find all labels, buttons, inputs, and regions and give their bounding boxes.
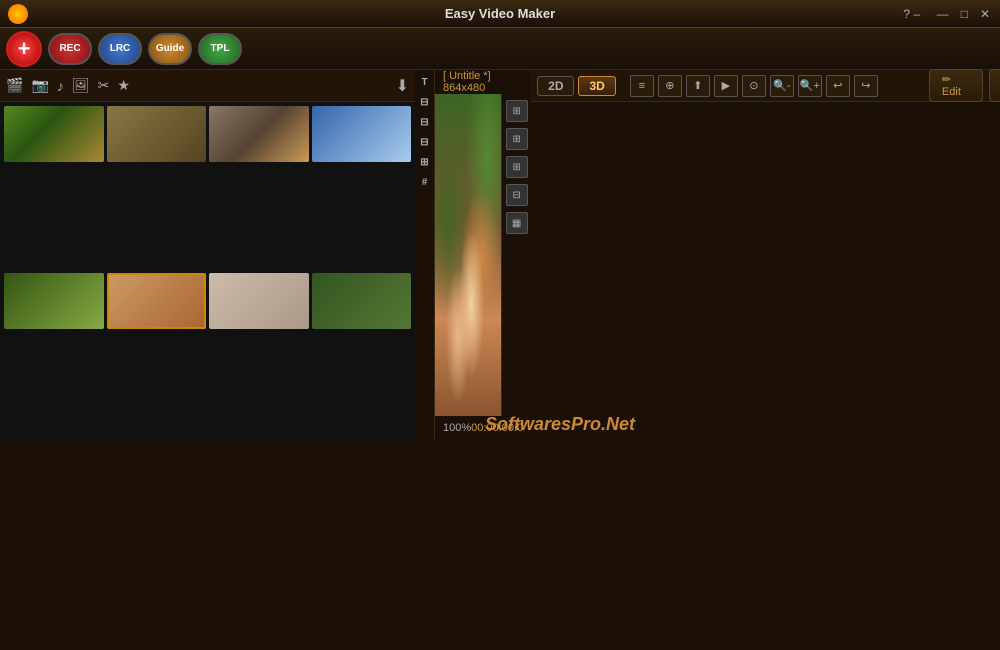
close-button[interactable]: ✕ (976, 7, 994, 21)
image-icon[interactable]: 🖼 (72, 77, 90, 94)
upper-section: 🎬 📷 ♪ 🖼 ✂ ★ ⬇ T ⊟ ⊟ (0, 70, 531, 440)
grid-view-btn-5[interactable]: ▦ (506, 212, 528, 234)
app-title: Easy Video Maker (445, 6, 555, 21)
left-tools: T ⊟ ⊟ ⊟ ⊞ # (415, 70, 435, 440)
content-area: 🎬 📷 ♪ 🖼 ✂ ★ ⬇ T ⊟ ⊟ (0, 70, 1000, 650)
grid-view-btn-2[interactable]: ⊞ (506, 128, 528, 150)
timeline-btn-5[interactable]: ⊙ (742, 75, 766, 97)
camera-icon[interactable]: 📷 (31, 77, 48, 94)
media-thumb-3[interactable] (209, 106, 309, 162)
edit-icon[interactable]: ✂ (98, 77, 110, 94)
guide-button[interactable]: Guide (148, 33, 192, 65)
timeline-btn-7[interactable]: 🔍+ (798, 75, 822, 97)
media-thumb-8[interactable] (312, 273, 412, 329)
timeline-btn-8[interactable]: ↩ (826, 75, 850, 97)
minimize-button[interactable]: — (933, 7, 953, 21)
timeline-btn-2[interactable]: ⊕ (658, 75, 682, 97)
media-toolbar: 🎬 📷 ♪ 🖼 ✂ ★ ⬇ (0, 70, 415, 102)
align-right-tool[interactable]: ⊟ (417, 134, 433, 150)
media-thumb-2[interactable] (107, 106, 207, 162)
media-thumb-7[interactable] (209, 273, 309, 329)
grid-view-btn-1[interactable]: ⊞ (506, 100, 528, 122)
preview-header: [ Untitle *] 864x480 (435, 70, 531, 94)
timeline-btn-3[interactable]: ⬆ (686, 75, 710, 97)
timecode: 00:00:00.0 (471, 422, 523, 434)
zoom-level: 100% (443, 422, 471, 434)
star-icon[interactable]: ★ (117, 77, 130, 94)
lrc-button[interactable]: LRC (98, 33, 142, 65)
grid-view-btn-3[interactable]: ⊞ (506, 156, 528, 178)
add-button[interactable]: + (6, 31, 42, 67)
preview-panel: [ Untitle *] 864x480 (435, 70, 531, 440)
media-thumb-1[interactable] (4, 106, 104, 162)
edit-bar: 2D 3D ≡ ⊕ ⬆ ▶ ⊙ 🔍- 🔍+ ↩ ↪ ✏ Edit ✦ Effec… (531, 70, 1000, 102)
right-tools: ⊞ ⊞ ⊞ ⊟ ▦ (501, 94, 531, 416)
left-panel: 🎬 📷 ♪ 🖼 ✂ ★ ⬇ (0, 70, 415, 440)
preview-area[interactable]: y ZP z x ⊞ ⊞ ⊞ ⊟ ▦ (435, 94, 531, 416)
media-thumb-4[interactable] (312, 106, 412, 162)
media-grid (0, 102, 415, 440)
grid-view-btn-4[interactable]: ⊟ (506, 184, 528, 206)
main-toolbar: + REC LRC Guide TPL (0, 28, 1000, 70)
preview-background: y ZP z x (435, 94, 501, 416)
app-logo (8, 4, 28, 24)
media-thumb-5[interactable] (4, 273, 104, 329)
grid-tool[interactable]: ⊞ (417, 154, 433, 170)
title-bar: Easy Video Maker ? – — □ ✕ (0, 0, 1000, 28)
text-tool[interactable]: T (417, 74, 433, 90)
tpl-button[interactable]: TPL (198, 33, 242, 65)
download-button[interactable]: ⬇ (396, 76, 409, 96)
music-icon[interactable]: ♪ (57, 78, 64, 94)
hash-tool[interactable]: # (417, 174, 433, 190)
align-left-tool[interactable]: ⊟ (417, 94, 433, 110)
timeline-btn-6[interactable]: 🔍- (770, 75, 794, 97)
window-controls: — □ ✕ (933, 7, 994, 21)
edit-button[interactable]: ✏ Edit (929, 69, 983, 102)
project-info: [ Untitle *] 864x480 (443, 70, 523, 94)
tab-3d[interactable]: 3D (578, 76, 615, 96)
rec-button[interactable]: REC (48, 33, 92, 65)
timeline-btn-9[interactable]: ↪ (854, 75, 878, 97)
effect-button[interactable]: ✦ Effect (989, 69, 1000, 102)
timeline-btn-4[interactable]: ▶ (714, 75, 738, 97)
align-center-tool[interactable]: ⊟ (417, 114, 433, 130)
preview-footer: 100% 00:00:00.0 (435, 416, 531, 440)
help-button[interactable]: ? – (903, 7, 920, 21)
media-thumb-6[interactable] (107, 273, 207, 329)
timeline-btn-1[interactable]: ≡ (630, 75, 654, 97)
maximize-button[interactable]: □ (957, 7, 972, 21)
tab-2d[interactable]: 2D (537, 76, 574, 96)
film-icon[interactable]: 🎬 (6, 77, 23, 94)
